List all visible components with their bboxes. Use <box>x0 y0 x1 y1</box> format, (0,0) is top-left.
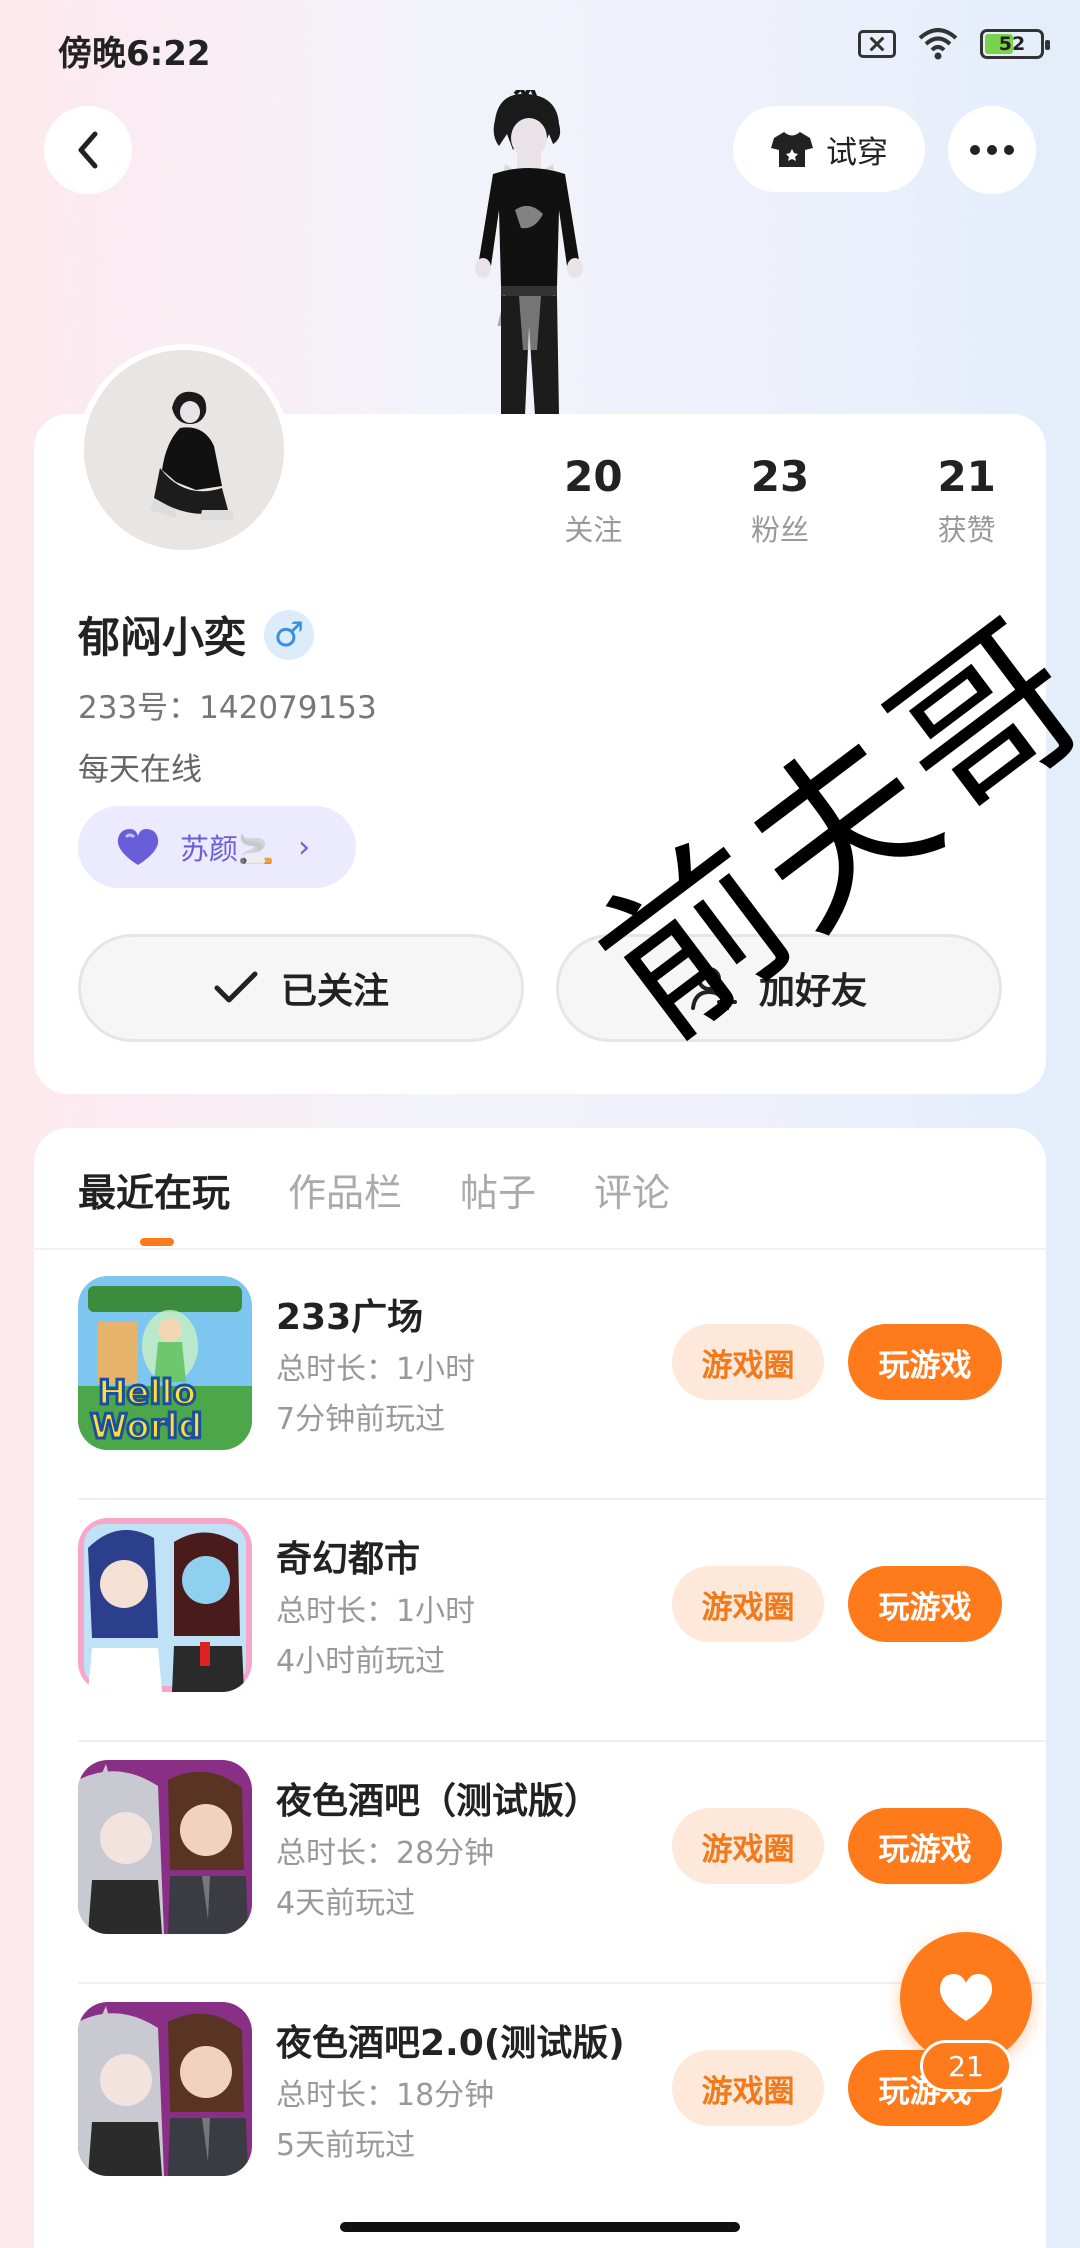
svg-text:World: World <box>90 1407 202 1447</box>
stat-following[interactable]: 20 关注 <box>500 452 687 549</box>
game-duration: 总时长：28分钟 <box>276 1836 495 1871</box>
stat-followers-count: 23 <box>750 452 810 501</box>
home-indicator[interactable] <box>340 2222 740 2232</box>
nickname: 郁闷小奕 <box>78 613 247 662</box>
profile-tabs: 最近在玩 作品栏 帖子 评论 <box>78 1162 670 1217</box>
game-title: 奇幻都市 <box>276 1539 421 1580</box>
game-circle-button[interactable]: 游戏圈 <box>672 1808 824 1884</box>
play-game-button[interactable]: 玩游戏 <box>848 1324 1002 1400</box>
stat-followers-label: 粉丝 <box>751 513 810 547</box>
game-item[interactable]: Hello World 233广场 总时长：1小时 7分钟前玩过 游戏圈 玩游戏 <box>78 1258 1046 1500</box>
game-item[interactable]: 夜色酒吧2.0(测试版) 总时长：18分钟 5天前玩过 游戏圈 玩游戏 <box>78 1984 1046 2194</box>
back-button[interactable] <box>44 106 132 194</box>
heart-icon <box>117 829 159 865</box>
game-thumbnail[interactable] <box>78 1760 252 1934</box>
status-bar: 傍晚6:22 52 <box>0 0 1080 96</box>
like-count-badge: 21 <box>920 2040 1012 2092</box>
play-game-button[interactable]: 玩游戏 <box>848 1566 1002 1642</box>
game-circle-button[interactable]: 游戏圈 <box>672 1324 824 1400</box>
more-dot-icon <box>970 145 980 155</box>
nickname-row: 郁闷小奕 ♂ <box>78 604 315 665</box>
game-duration: 总时长：18分钟 <box>276 2078 495 2113</box>
cp-relationship-tag[interactable]: 苏颜🚬 › <box>78 806 356 888</box>
chevron-left-icon <box>78 131 98 169</box>
avatar-image <box>84 350 284 550</box>
chevron-right-icon: › <box>298 829 311 865</box>
stat-following-count: 20 <box>564 452 623 501</box>
game-last-played: 4小时前玩过 <box>276 1644 446 1679</box>
stat-likes-label: 获赞 <box>937 513 996 547</box>
game-icon-233-plaza: Hello World <box>78 1276 252 1450</box>
tabs-divider <box>34 1248 1046 1250</box>
tab-recent-games[interactable]: 最近在玩 <box>78 1162 230 1217</box>
profile-stats: 20 关注 23 粉丝 21 获赞 <box>500 452 1060 549</box>
game-icon-night-bar <box>78 1760 252 1934</box>
more-options-button[interactable] <box>948 106 1036 194</box>
more-dot-icon <box>987 145 997 155</box>
tab-comments[interactable]: 评论 <box>594 1162 670 1217</box>
game-item[interactable]: 夜色酒吧（测试版） 总时长：28分钟 4天前玩过 游戏圈 玩游戏 <box>78 1742 1046 1984</box>
try-on-button[interactable]: 试穿 <box>733 106 925 192</box>
battery-level: 52 <box>998 33 1026 55</box>
game-last-played: 5天前玩过 <box>276 2128 416 2163</box>
tab-works[interactable]: 作品栏 <box>288 1162 402 1217</box>
sim-card-icon <box>858 30 896 58</box>
game-title: 233广场 <box>276 1297 424 1338</box>
game-thumbnail[interactable] <box>78 1518 252 1692</box>
tshirt-icon <box>771 132 813 167</box>
game-circle-button[interactable]: 游戏圈 <box>672 2050 824 2126</box>
game-icon-night-bar-2 <box>78 2002 252 2176</box>
more-dot-icon <box>1004 145 1014 155</box>
signature: 每天在线 <box>78 752 202 788</box>
game-icon-fantasy-city <box>78 1518 252 1692</box>
game-last-played: 7分钟前玩过 <box>276 1402 446 1437</box>
game-thumbnail[interactable] <box>78 2002 252 2176</box>
play-game-button[interactable]: 玩游戏 <box>848 1808 1002 1884</box>
stat-likes[interactable]: 21 获赞 <box>873 452 1060 549</box>
user-id[interactable]: 233号：142079153 <box>78 682 377 727</box>
try-on-label: 试穿 <box>826 134 888 171</box>
wifi-icon <box>918 28 958 60</box>
avatar-figure-image[interactable] <box>455 90 595 415</box>
game-item[interactable]: 奇幻都市 总时长：1小时 4小时前玩过 游戏圈 玩游戏 <box>78 1500 1046 1742</box>
heart-icon <box>939 1974 993 2021</box>
game-circle-button[interactable]: 游戏圈 <box>672 1566 824 1642</box>
status-time: 傍晚6:22 <box>58 34 211 74</box>
game-duration: 总时长：1小时 <box>276 1352 476 1387</box>
male-gender-icon: ♂ <box>264 609 315 660</box>
avatar[interactable] <box>78 344 290 556</box>
active-tab-indicator <box>140 1238 174 1246</box>
tab-posts[interactable]: 帖子 <box>460 1162 536 1217</box>
game-duration: 总时长：1小时 <box>276 1594 476 1629</box>
game-title: 夜色酒吧2.0(测试版) <box>276 2023 625 2064</box>
stat-likes-count: 21 <box>937 452 996 501</box>
game-thumbnail[interactable]: Hello World <box>78 1276 252 1450</box>
game-title: 夜色酒吧（测试版） <box>276 1781 601 1822</box>
status-icons: 52 <box>858 28 1050 60</box>
check-icon <box>214 971 258 1003</box>
cp-tag-label: 苏颜🚬 <box>180 832 275 866</box>
follow-label: 已关注 <box>280 971 389 1012</box>
battery-icon: 52 <box>980 29 1050 59</box>
stat-following-label: 关注 <box>564 513 623 547</box>
follow-button[interactable]: 已关注 <box>78 934 524 1042</box>
game-last-played: 4天前玩过 <box>276 1886 416 1921</box>
stat-followers[interactable]: 23 粉丝 <box>687 452 874 549</box>
